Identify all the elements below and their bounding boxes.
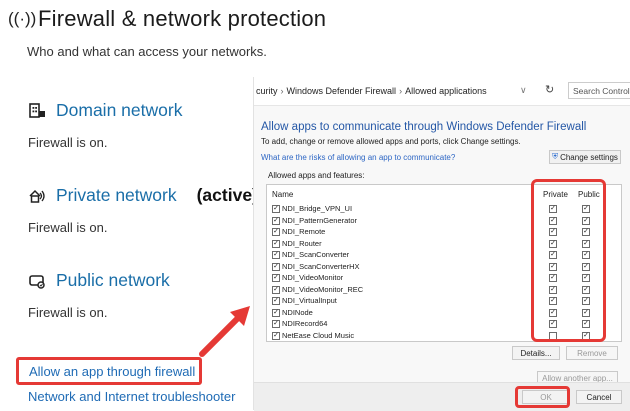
app-name: NDI_VideoMonitor_REC [282, 284, 364, 294]
app-name: NDI_PatternGenerator [282, 215, 358, 225]
ok-button-highlight [515, 386, 570, 408]
cp-page-title: Allow apps to communicate through Window… [261, 121, 587, 133]
domain-network-status: Firewall is on. [28, 135, 108, 150]
public-network-icon [29, 274, 45, 289]
app-name: NDI_Bridge_VPN_UI [282, 204, 353, 213]
wifi-antenna-icon: ((·)) [8, 9, 37, 28]
app-enabled-checkbox[interactable]: ✓ [272, 228, 280, 236]
checkbox-columns-highlight [531, 179, 606, 342]
change-settings-button[interactable]: ⛨ Change settings [549, 150, 621, 164]
app-name: NDI_Remote [282, 227, 326, 236]
public-network-title[interactable]: Public network [56, 270, 170, 291]
app-enabled-checkbox[interactable]: ✓ [272, 285, 280, 294]
app-name: NDIRecord64 [282, 319, 328, 328]
page-title: Firewall & network protection [38, 6, 327, 31]
app-name: NDINode [282, 307, 313, 317]
dialog-footer: OK Cancel [254, 382, 630, 411]
app-enabled-checkbox[interactable]: ✓ [272, 216, 280, 225]
allow-app-link[interactable]: Allow an app through firewall [29, 364, 195, 379]
breadcrumb-item[interactable]: Allowed applications [405, 86, 487, 96]
allow-app-link-highlight: Allow an app through firewall [16, 357, 202, 385]
cp-instructions: To add, change or remove allowed apps an… [261, 137, 521, 146]
search-input[interactable]: Search Control Panel [568, 82, 630, 99]
app-name: NDI_VideoMonitor [282, 273, 344, 282]
private-network-title[interactable]: Private network [56, 185, 177, 206]
private-network-icon [29, 189, 45, 203]
active-label: (active) [196, 185, 258, 205]
private-network-status: Firewall is on. [28, 220, 108, 235]
app-name: NDI_VirtualInput [282, 296, 337, 305]
app-enabled-checkbox[interactable]: ✓ [272, 251, 280, 259]
troubleshooter-link[interactable]: Network and Internet troubleshooter [28, 389, 235, 404]
domain-network-title[interactable]: Domain network [56, 100, 182, 121]
uac-shield-icon: ⛨ [552, 152, 559, 161]
change-settings-label: Change settings [560, 152, 618, 162]
chevron-down-icon[interactable]: ∨ [520, 85, 527, 96]
annotation-arrow [199, 306, 250, 357]
app-enabled-checkbox[interactable]: ✓ [272, 297, 280, 305]
breadcrumb-item[interactable]: curity [256, 86, 278, 96]
refresh-icon[interactable]: ↻ [545, 83, 554, 96]
details-button[interactable]: Details... [512, 346, 560, 360]
risks-link[interactable]: What are the risks of allowing an app to… [261, 153, 455, 162]
column-header-name[interactable]: Name [272, 190, 293, 199]
page-subtitle: Who and what can access your networks. [27, 44, 267, 59]
app-enabled-checkbox[interactable]: ✓ [272, 239, 280, 248]
private-network-section[interactable]: Private network (active) Firewall is on. [28, 185, 258, 235]
app-enabled-checkbox[interactable]: ✓ [272, 308, 280, 317]
remove-button[interactable]: Remove [566, 346, 618, 360]
app-name: NetEase Cloud Music [282, 330, 355, 340]
app-enabled-checkbox[interactable]: ✓ [272, 262, 280, 271]
app-name: NDI_ScanConverterHX [282, 261, 360, 271]
app-enabled-checkbox[interactable]: ✓ [272, 320, 280, 328]
page-header: ((·)) Firewall & network protection [8, 6, 326, 32]
cancel-button[interactable]: Cancel [576, 390, 622, 404]
public-network-section[interactable]: Public network Firewall is on. [28, 270, 170, 320]
breadcrumb: curity › Windows Defender Firewall › Allowed… [256, 86, 487, 96]
public-network-status: Firewall is on. [28, 305, 108, 320]
app-enabled-checkbox[interactable]: ✓ [272, 274, 280, 282]
app-name: NDI_Router [282, 238, 322, 248]
app-enabled-checkbox[interactable]: ✓ [272, 205, 280, 213]
app-enabled-checkbox[interactable]: ✓ [272, 331, 280, 340]
domain-network-icon [29, 102, 45, 118]
allowed-apps-label: Allowed apps and features: [268, 171, 365, 180]
app-name: NDI_ScanConverter [282, 250, 350, 259]
address-bar[interactable]: curity › Windows Defender Firewall › Allowed… [254, 77, 630, 106]
domain-network-section[interactable]: Domain network Firewall is on. [28, 100, 182, 150]
breadcrumb-item[interactable]: Windows Defender Firewall [287, 86, 397, 96]
